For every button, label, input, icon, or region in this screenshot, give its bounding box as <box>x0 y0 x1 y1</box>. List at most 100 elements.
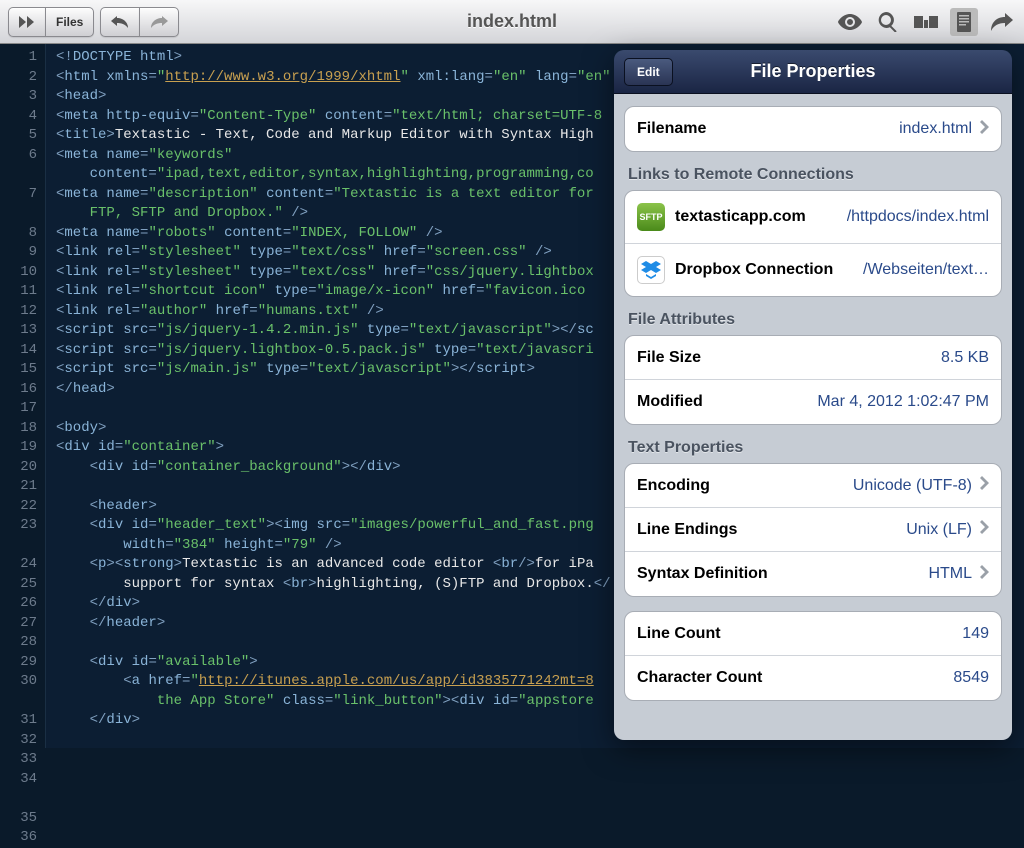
line-number: 9 <box>0 243 37 263</box>
line-number: 2 <box>0 68 37 88</box>
filename-value: index.html <box>899 120 972 138</box>
chevron-right-icon <box>980 476 989 495</box>
line-number: 32 <box>0 731 37 751</box>
property-label: Line Count <box>637 625 721 643</box>
line-number: 14 <box>0 341 37 361</box>
link-name: Dropbox Connection <box>675 261 833 279</box>
search-icon <box>878 12 898 32</box>
line-number: 31 <box>0 711 37 731</box>
sftp-icon: SFTP <box>637 203 665 231</box>
line-number: 30 <box>0 672 37 711</box>
property-row: Modified Mar 4, 2012 1:02:47 PM <box>625 380 1001 424</box>
property-row[interactable]: Encoding Unicode (UTF-8) <box>625 464 1001 508</box>
property-value: Unix (LF) <box>906 521 972 539</box>
line-number: 15 <box>0 360 37 380</box>
line-number: 25 <box>0 575 37 595</box>
line-number: 11 <box>0 282 37 302</box>
links-group: SFTP textasticapp.com/httpdocs/index.html… <box>624 190 1002 297</box>
property-row: File Size 8.5 KB <box>625 336 1001 380</box>
files-button[interactable]: Files <box>45 7 94 37</box>
filename-group: Filename index.html <box>624 106 1002 152</box>
property-label: File Size <box>637 349 701 367</box>
property-label: Syntax Definition <box>637 565 768 583</box>
property-value: Mar 4, 2012 1:02:47 PM <box>817 393 989 411</box>
property-label: Modified <box>637 393 703 411</box>
line-gutter: 1234567891011121314151617181920212223242… <box>0 44 46 748</box>
line-number: 7 <box>0 185 37 224</box>
property-row[interactable]: Syntax Definition HTML <box>625 552 1001 596</box>
preview-button[interactable] <box>836 8 864 36</box>
property-label: Encoding <box>637 477 710 495</box>
undo-redo-segment <box>100 7 179 37</box>
search-button[interactable] <box>874 8 902 36</box>
symbols-button[interactable] <box>912 8 940 36</box>
link-path: /Webseiten/text… <box>863 261 989 279</box>
line-number: 34 <box>0 770 37 809</box>
line-number: 5 <box>0 126 37 146</box>
property-row: Character Count 8549 <box>625 656 1001 700</box>
line-number: 33 <box>0 750 37 770</box>
attributes-header: File Attributes <box>628 311 998 329</box>
nav-segment: Files <box>8 7 94 37</box>
remote-link-row[interactable]: Dropbox Connection/Webseiten/text… <box>625 244 1001 296</box>
line-number: 18 <box>0 419 37 439</box>
line-number: 6 <box>0 146 37 185</box>
line-number: 22 <box>0 497 37 517</box>
line-number: 4 <box>0 107 37 127</box>
line-number: 24 <box>0 555 37 575</box>
share-icon <box>991 13 1013 31</box>
forward-button[interactable] <box>8 7 45 37</box>
chevron-right-icon <box>980 120 989 139</box>
line-number: 29 <box>0 653 37 673</box>
property-value: 8549 <box>953 669 989 687</box>
filename-label: Filename <box>637 120 706 138</box>
toolbar-right <box>836 8 1016 36</box>
line-number: 3 <box>0 87 37 107</box>
property-value: Unicode (UTF-8) <box>853 477 972 495</box>
property-value: 8.5 KB <box>941 349 989 367</box>
popover-body[interactable]: Filename index.html Links to Remote Conn… <box>614 94 1012 740</box>
link-name: textasticapp.com <box>675 208 806 226</box>
line-number: 35 <box>0 809 37 829</box>
line-number: 17 <box>0 399 37 419</box>
line-number: 13 <box>0 321 37 341</box>
link-path: /httpdocs/index.html <box>847 208 989 226</box>
property-value: HTML <box>928 565 972 583</box>
fast-forward-icon <box>19 16 35 28</box>
line-number: 19 <box>0 438 37 458</box>
dropbox-icon <box>637 256 665 284</box>
line-number: 28 <box>0 633 37 653</box>
document-icon <box>955 12 973 32</box>
undo-icon <box>111 16 129 28</box>
text-props-group: Encoding Unicode (UTF-8) Line Endings Unix … <box>624 463 1002 597</box>
popover-title: File Properties <box>614 61 1012 82</box>
property-row[interactable]: Line Endings Unix (LF) <box>625 508 1001 552</box>
remote-link-row[interactable]: SFTP textasticapp.com/httpdocs/index.html <box>625 191 1001 244</box>
line-number: 26 <box>0 594 37 614</box>
line-number: 8 <box>0 224 37 244</box>
redo-icon <box>150 16 168 28</box>
property-label: Line Endings <box>637 521 737 539</box>
properties-button[interactable] <box>950 8 978 36</box>
line-number: 10 <box>0 263 37 283</box>
chevron-right-icon <box>980 520 989 539</box>
property-value: 149 <box>962 625 989 643</box>
undo-button[interactable] <box>100 7 139 37</box>
property-label: Character Count <box>637 669 762 687</box>
line-number: 21 <box>0 477 37 497</box>
share-button[interactable] <box>988 8 1016 36</box>
line-number: 36 <box>0 828 37 848</box>
toolbar: Files index.html <box>0 0 1024 44</box>
redo-button[interactable] <box>139 7 179 37</box>
file-properties-popover: Edit File Properties Filename index.html… <box>614 50 1012 740</box>
line-number: 23 <box>0 516 37 555</box>
counts-group: Line Count 149 Character Count 8549 <box>624 611 1002 701</box>
line-number: 1 <box>0 48 37 68</box>
filename-row[interactable]: Filename index.html <box>625 107 1001 151</box>
popover-header: Edit File Properties <box>614 50 1012 94</box>
edit-button[interactable]: Edit <box>624 58 673 86</box>
line-number: 20 <box>0 458 37 478</box>
symbols-icon <box>914 14 938 30</box>
line-number: 27 <box>0 614 37 634</box>
property-row: Line Count 149 <box>625 612 1001 656</box>
